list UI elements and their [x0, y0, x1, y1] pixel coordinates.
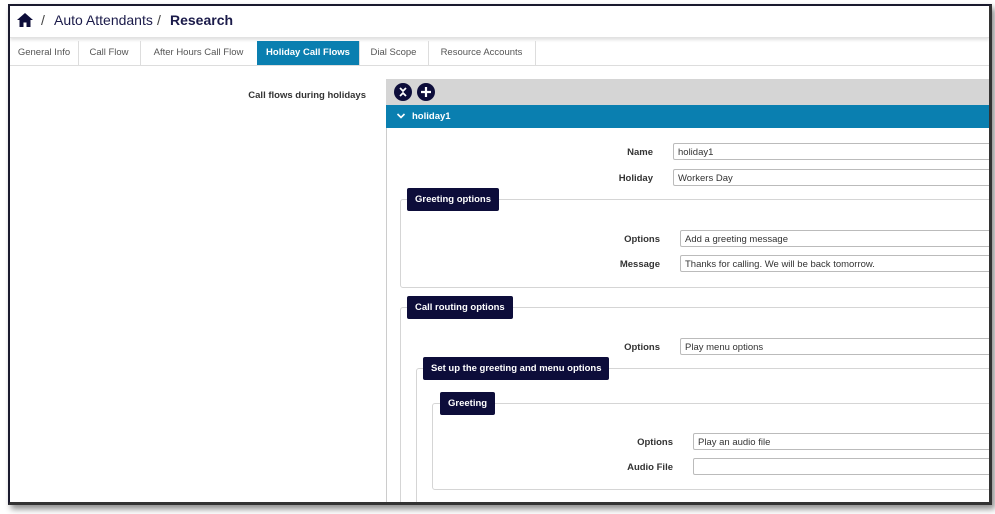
audio-file-label: Audio File [627, 462, 673, 473]
greeting-options-legend: Greeting options [407, 188, 499, 211]
name-input[interactable]: holiday1 [673, 143, 989, 160]
collapse-all-icon[interactable] [394, 83, 412, 101]
holiday-title: holiday1 [412, 111, 451, 122]
breadcrumb-auto-attendants[interactable]: Auto Attendants [54, 12, 153, 28]
tab-bar: General Info Call Flow After Hours Call … [10, 41, 989, 66]
greeting-options-select[interactable]: Add a greeting message [680, 230, 989, 247]
routing-options-label: Options [624, 342, 660, 353]
menu-greeting-options-label: Options [637, 437, 673, 448]
greeting-legend: Greeting [440, 392, 496, 415]
menu-greeting-options-select[interactable]: Play an audio file [693, 433, 989, 450]
home-icon[interactable] [16, 12, 34, 33]
add-icon[interactable] [417, 83, 435, 101]
app-window: / Auto Attendants / Research General Inf… [8, 4, 992, 505]
tab-after-hours-call-flow[interactable]: After Hours Call Flow [140, 41, 258, 65]
breadcrumb-separator: / [157, 12, 161, 28]
header: / Auto Attendants / Research [10, 6, 989, 38]
toolbar [386, 79, 989, 105]
holiday-select[interactable]: Workers Day [673, 169, 989, 186]
greeting-options-label: Options [624, 234, 660, 245]
breadcrumb-separator: / [41, 12, 45, 28]
tab-call-flow[interactable]: Call Flow [78, 41, 141, 65]
routing-options-select[interactable]: Play menu options [680, 338, 989, 355]
tab-general-info[interactable]: General Info [10, 41, 79, 65]
menu-options-legend: Set up the greeting and menu options [423, 357, 610, 380]
greeting-message-label: Message [619, 259, 660, 270]
audio-file-input[interactable] [693, 458, 989, 475]
tab-holiday-call-flows[interactable]: Holiday Call Flows [257, 41, 360, 65]
tab-resource-accounts[interactable]: Resource Accounts [428, 41, 536, 65]
tab-dial-scope[interactable]: Dial Scope [359, 41, 429, 65]
holiday-label: Holiday [618, 173, 653, 184]
chevron-down-icon[interactable] [396, 105, 406, 137]
greeting-message-input[interactable]: Thanks for calling. We will be back tomo… [680, 255, 989, 272]
call-routing-legend: Call routing options [407, 296, 513, 319]
section-label: Call flows during holidays [248, 90, 366, 101]
breadcrumb-current: Research [170, 12, 234, 28]
holiday-header[interactable]: holiday1 [386, 105, 989, 128]
name-label: Name [627, 147, 653, 158]
